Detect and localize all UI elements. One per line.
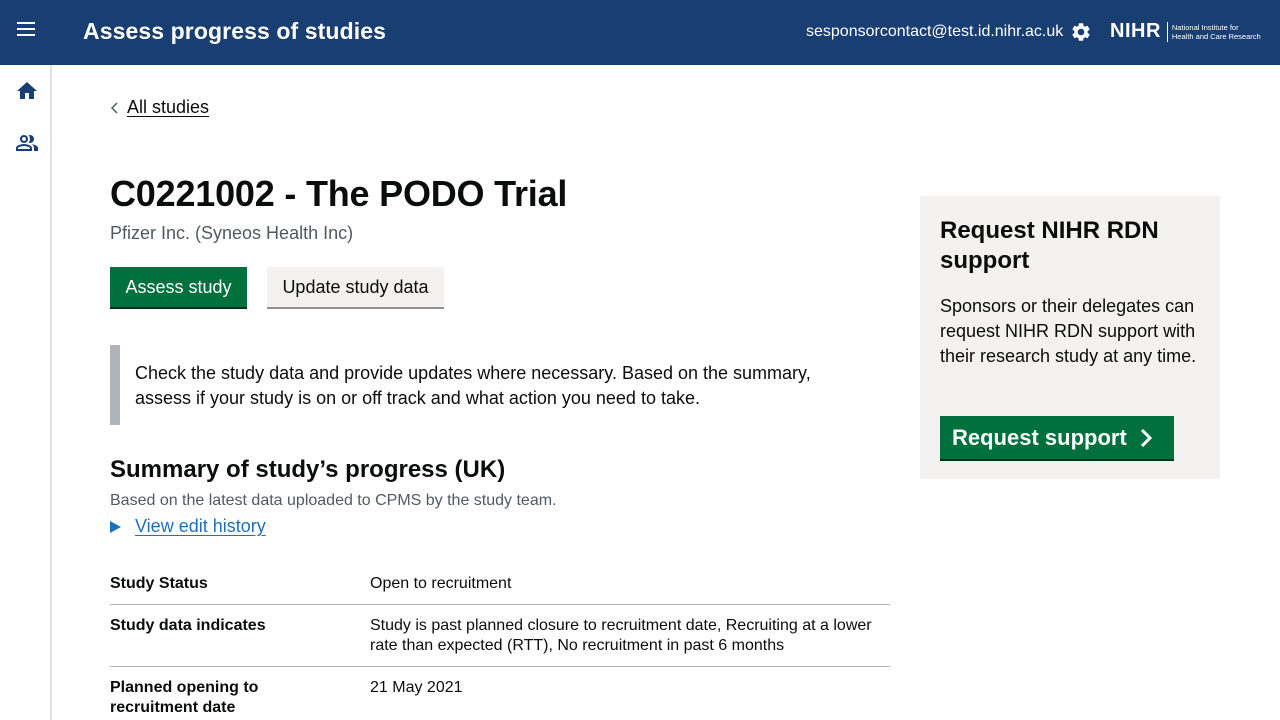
page-title: C0221002 - The PODO Trial — [110, 173, 568, 214]
user-email: sesponsorcontact@test.id.nihr.ac.uk — [806, 23, 1064, 40]
logo-line-2: Health and Care Research — [1171, 31, 1261, 41]
request-support-panel: Request NIHR RDN support Sponsors or the… — [920, 196, 1220, 479]
logo-divider — [1166, 21, 1168, 42]
app-title: Assess progress of studies — [83, 18, 386, 44]
gear-icon[interactable] — [1070, 21, 1092, 43]
summary-key: Study Status — [110, 575, 208, 592]
back-link-label: All studies — [127, 97, 210, 117]
update-study-data-button[interactable]: Update study data — [267, 267, 444, 307]
logo-subtitle: National Institute for Health and Care R… — [1172, 23, 1272, 41]
request-support-body: Sponsors or their delegates can request … — [940, 296, 1197, 366]
summary-key: Planned opening to recruitment date — [110, 679, 259, 716]
request-support-label: Request support — [952, 424, 1127, 450]
assess-study-button[interactable]: Assess study — [110, 267, 247, 307]
nihr-logo: NIHR National Institute for Health and C… — [1110, 20, 1272, 43]
view-edit-history-link[interactable]: View edit history — [135, 516, 266, 537]
summary-row: Study Status Open to recruitment — [110, 563, 890, 605]
summary-list: Study Status Open to recruitment Study d… — [110, 563, 890, 720]
summary-value: Open to recruitment — [370, 575, 512, 592]
summary-row: Planned opening to recruitment date 21 M… — [110, 667, 890, 720]
view-edit-history-toggle[interactable]: View edit history — [110, 516, 266, 537]
summary-value: Study is past planned closure to recruit… — [370, 617, 872, 654]
request-support-button[interactable]: Request support — [940, 416, 1174, 459]
triangle-right-icon — [110, 520, 121, 533]
people-icon[interactable] — [15, 131, 39, 155]
logo-mark: NIHR — [1110, 20, 1161, 42]
hamburger-icon[interactable] — [17, 22, 37, 42]
logo-line-1: National Institute for — [1171, 22, 1239, 32]
sponsor-name: Pfizer Inc. (Syneos Health Inc) — [110, 223, 354, 243]
back-link[interactable]: All studies — [110, 97, 209, 118]
request-support-heading: Request NIHR RDN support — [940, 217, 1159, 274]
inset-text: Check the study data and provide updates… — [110, 345, 870, 425]
chevron-left-icon — [110, 101, 118, 114]
sidebar — [0, 65, 52, 720]
app-header: Assess progress of studies sesponsorcont… — [0, 0, 1280, 65]
chevron-right-icon — [1140, 428, 1152, 447]
summary-subtitle: Based on the latest data uploaded to CPM… — [110, 492, 557, 509]
summary-value: 21 May 2021 — [370, 679, 463, 696]
home-icon[interactable] — [15, 79, 39, 103]
summary-heading: Summary of study’s progress (UK) — [110, 456, 506, 483]
summary-row: Study data indicates Study is past plann… — [110, 605, 890, 667]
summary-key: Study data indicates — [110, 617, 266, 634]
